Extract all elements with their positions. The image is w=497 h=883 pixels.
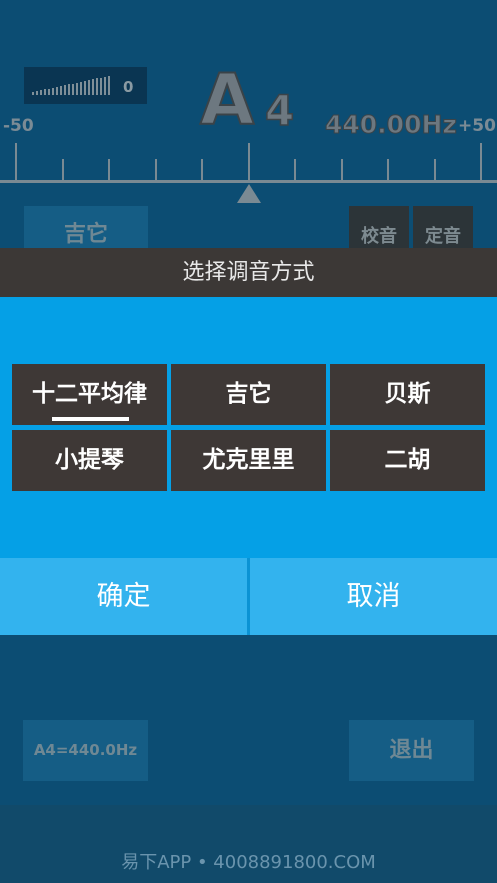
cancel-button[interactable]: 取消 (250, 558, 497, 635)
meter-bar (44, 89, 46, 95)
dialog-body (0, 297, 497, 558)
option-violin[interactable]: 小提琴 (12, 430, 167, 491)
option-label: 吉它 (225, 381, 272, 407)
option-equal-temperament[interactable]: 十二平均律 (12, 364, 167, 425)
meter-bar (84, 80, 86, 95)
scale-tick (247, 143, 250, 183)
dialog-title: 选择调音方式 (0, 248, 497, 297)
meter-bar (36, 91, 38, 95)
scale-min-label: -50 (3, 116, 34, 136)
scale-tick (15, 143, 17, 183)
scale-tick (61, 159, 64, 183)
instrument-button[interactable]: 吉它 (24, 206, 148, 248)
calibrate-button[interactable]: 校音 (349, 206, 409, 248)
option-ukulele[interactable]: 尤克里里 (171, 430, 326, 491)
meter-bar (52, 87, 54, 95)
meter-bar (32, 92, 34, 95)
fixed-tone-button[interactable]: 定音 (413, 206, 473, 248)
meter-bar (64, 85, 66, 95)
meter-bar (40, 90, 42, 95)
scale-tick (154, 159, 157, 183)
exit-button[interactable]: 退出 (349, 720, 474, 781)
option-bass[interactable]: 贝斯 (330, 364, 485, 425)
scale-tick (201, 159, 203, 183)
scale-tick (433, 159, 436, 183)
level-meter-value: 0 (123, 78, 134, 96)
option-guitar[interactable]: 吉它 (171, 364, 326, 425)
meter-bar (92, 79, 94, 95)
meter-bar (72, 83, 74, 95)
meter-bar (88, 80, 90, 95)
option-label: 贝斯 (384, 381, 431, 407)
scale-tick (340, 159, 343, 183)
scale-tick (294, 159, 296, 183)
note-letter: A (199, 59, 255, 141)
meter-bar (60, 86, 62, 95)
meter-bar (56, 86, 58, 95)
meter-bar (96, 78, 98, 95)
selected-underline (52, 417, 129, 421)
note-frequency: 440.00Hz (325, 110, 458, 140)
option-label: 十二平均律 (32, 381, 147, 407)
option-erhu[interactable]: 二胡 (330, 430, 485, 491)
footer-watermark: 易下APP • 4008891800.COM (121, 852, 376, 873)
meter-bar (48, 88, 50, 95)
scale-max-label: +50 (458, 116, 496, 136)
scale-tick (387, 159, 389, 183)
meter-bar (76, 82, 78, 95)
meter-bar (108, 75, 110, 95)
meter-bar (80, 81, 82, 95)
scale-tick (480, 143, 482, 183)
scale-tick (108, 159, 110, 183)
meter-bar (104, 76, 106, 95)
option-label: 尤克里里 (202, 447, 295, 473)
dialog-button-divider (247, 558, 250, 635)
note-octave: 4 (264, 85, 295, 136)
confirm-button[interactable]: 确定 (0, 558, 247, 635)
option-label: 小提琴 (55, 447, 124, 473)
meter-bar (100, 77, 102, 95)
pitch-pointer-icon (237, 184, 261, 203)
meter-bar (68, 84, 70, 95)
reference-pitch-button[interactable]: A4=440.0Hz (23, 720, 148, 781)
option-label: 二胡 (384, 447, 431, 473)
